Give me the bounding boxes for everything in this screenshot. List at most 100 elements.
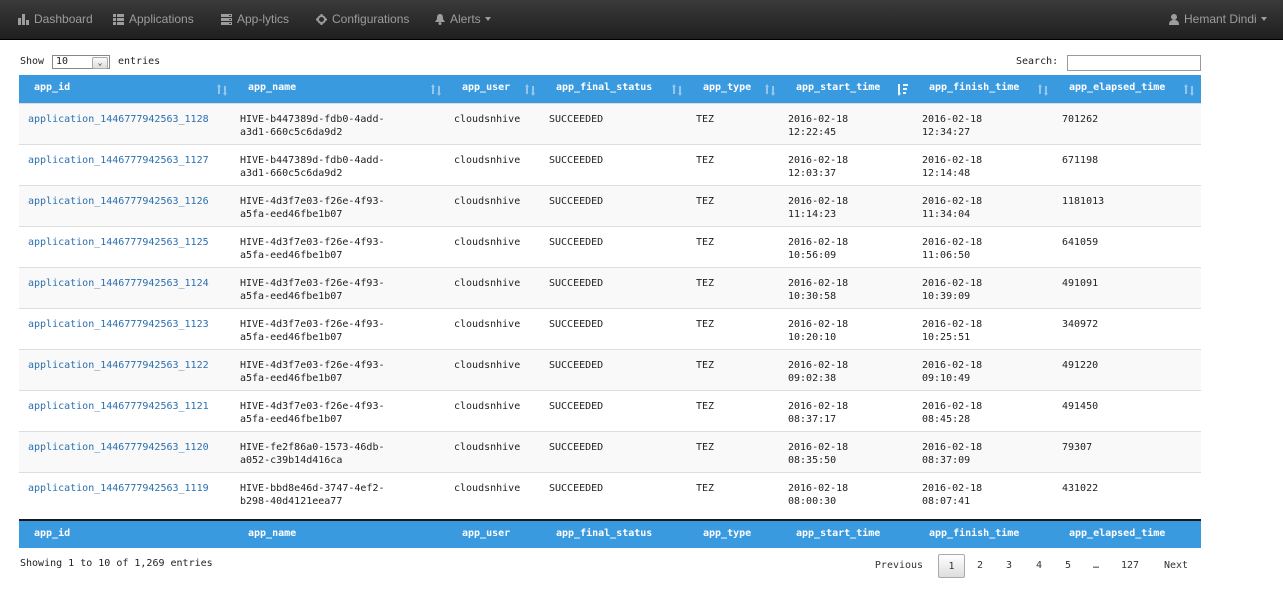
- server-icon: [221, 14, 232, 25]
- footer-header-app-final-status: app_final_status: [556, 528, 653, 539]
- pagination-page-4[interactable]: 4: [1027, 554, 1051, 578]
- table-row: application_1446777942563_1119 HIVE-bbd8e…: [19, 472, 1201, 513]
- pagination-previous[interactable]: Previous: [864, 554, 934, 578]
- chevron-down-icon: ⌄: [92, 57, 108, 69]
- table-controls: Show 10 ⌄ entries Search:: [20, 55, 1201, 75]
- app-finish-time-cell: 2016-02-18 08:37:09: [922, 442, 983, 466]
- pagination-page-5[interactable]: 5: [1056, 554, 1080, 578]
- column-header-app-final-status[interactable]: app_final_status: [556, 75, 652, 103]
- column-header-app-start-time[interactable]: app_start_time: [796, 75, 880, 103]
- app-start-time-cell: 2016-02-18 11:14:23: [788, 196, 849, 220]
- app-name-cell: HIVE-4d3f7e03-f26e-4f93- a5fa-eed46fbe1b…: [240, 237, 385, 261]
- app-id-link[interactable]: application_1446777942563_1119: [28, 482, 209, 495]
- column-header-app-name[interactable]: app_name: [248, 75, 296, 103]
- table-row: application_1446777942563_1121 HIVE-4d3f7…: [19, 390, 1201, 431]
- sort-both-icon: [1184, 84, 1194, 96]
- table-row: application_1446777942563_1122 HIVE-4d3f7…: [19, 349, 1201, 390]
- pagination-page-3[interactable]: 3: [997, 554, 1021, 578]
- app-finish-time-cell: 2016-02-18 08:07:41: [922, 483, 983, 507]
- caret-down-icon: [484, 17, 491, 21]
- sort-both-icon: [672, 84, 682, 96]
- app-elapsed-time-cell: 340972: [1062, 319, 1099, 330]
- app-finish-time-cell: 2016-02-18 11:06:50: [922, 237, 983, 261]
- app-finish-time-cell: 2016-02-18 11:34:04: [922, 196, 983, 220]
- app-start-time-cell: 2016-02-18 12:22:45: [788, 114, 849, 138]
- nav-alerts-dropdown[interactable]: Alerts: [435, 0, 491, 38]
- sort-both-icon: [1038, 84, 1048, 96]
- app-final-status-cell: SUCCEEDED: [549, 196, 604, 207]
- app-id-link[interactable]: application_1446777942563_1122: [28, 359, 209, 372]
- footer-header-app-finish-time: app_finish_time: [929, 528, 1020, 539]
- table-row: application_1446777942563_1124 HIVE-4d3f7…: [19, 267, 1201, 308]
- app-start-time-cell: 2016-02-18 10:30:58: [788, 278, 849, 302]
- entries-label: entries: [118, 56, 161, 67]
- nav-dashboard[interactable]: Dashboard: [18, 0, 93, 38]
- nav-applytics-label: App-lytics: [237, 12, 290, 26]
- table-header: app_id app_name app_user app_final_statu…: [19, 75, 1201, 103]
- pagination-page-1[interactable]: 1: [938, 554, 965, 578]
- app-user-cell: cloudsnhive: [454, 155, 521, 166]
- app-type-cell: TEZ: [696, 278, 715, 289]
- app-id-link[interactable]: application_1446777942563_1127: [28, 154, 209, 167]
- nav-dashboard-label: Dashboard: [34, 12, 93, 26]
- app-final-status-cell: SUCCEEDED: [549, 483, 604, 494]
- top-navbar: Dashboard Applications App-lytics Config…: [0, 0, 1283, 40]
- app-start-time-cell: 2016-02-18 10:20:10: [788, 319, 849, 343]
- footer-header-app-id: app_id: [34, 528, 71, 539]
- footer-header-app-elapsed-time: app_elapsed_time: [1069, 528, 1166, 539]
- app-type-cell: TEZ: [696, 319, 715, 330]
- app-id-link[interactable]: application_1446777942563_1120: [28, 441, 209, 454]
- app-type-cell: TEZ: [696, 155, 715, 166]
- column-header-app-finish-time[interactable]: app_finish_time: [929, 75, 1019, 103]
- app-elapsed-time-cell: 491450: [1062, 401, 1099, 412]
- app-id-link[interactable]: application_1446777942563_1125: [28, 236, 209, 249]
- table-row: application_1446777942563_1127 HIVE-b4473…: [19, 144, 1201, 185]
- app-start-time-cell: 2016-02-18 10:56:09: [788, 237, 849, 261]
- app-elapsed-time-cell: 491091: [1062, 278, 1099, 289]
- sort-desc-icon: [898, 84, 908, 96]
- search-label: Search:: [1016, 56, 1059, 67]
- pagination-next[interactable]: Next: [1153, 554, 1199, 578]
- app-type-cell: TEZ: [696, 114, 715, 125]
- app-start-time-cell: 2016-02-18 12:03:37: [788, 155, 849, 179]
- app-name-cell: HIVE-4d3f7e03-f26e-4f93- a5fa-eed46fbe1b…: [240, 401, 385, 425]
- sort-both-icon: [525, 84, 535, 96]
- column-header-app-elapsed-time[interactable]: app_elapsed_time: [1069, 75, 1165, 103]
- table-body: application_1446777942563_1128 HIVE-b4473…: [19, 103, 1201, 513]
- page-length-select[interactable]: 10 ⌄: [52, 55, 110, 69]
- app-type-cell: TEZ: [696, 360, 715, 371]
- pagination-page-127[interactable]: 127: [1113, 554, 1147, 578]
- app-elapsed-time-cell: 431022: [1062, 483, 1099, 494]
- app-id-link[interactable]: application_1446777942563_1121: [28, 400, 209, 413]
- search-input[interactable]: [1067, 55, 1201, 71]
- user-name: Hemant Dindi: [1184, 12, 1257, 26]
- column-header-app-type[interactable]: app_type: [703, 75, 751, 103]
- app-start-time-cell: 2016-02-18 08:35:50: [788, 442, 849, 466]
- app-id-link[interactable]: application_1446777942563_1123: [28, 318, 209, 331]
- app-finish-time-cell: 2016-02-18 10:25:51: [922, 319, 983, 343]
- app-id-link[interactable]: application_1446777942563_1128: [28, 113, 209, 126]
- app-type-cell: TEZ: [696, 196, 715, 207]
- app-id-link[interactable]: application_1446777942563_1124: [28, 277, 209, 290]
- pagination-page-2[interactable]: 2: [968, 554, 992, 578]
- list-icon: [113, 14, 124, 25]
- nav-applytics[interactable]: App-lytics: [221, 0, 289, 38]
- nav-configurations[interactable]: Configurations: [316, 0, 409, 38]
- nav-applications[interactable]: Applications: [113, 0, 194, 38]
- app-user-cell: cloudsnhive: [454, 401, 521, 412]
- page-length-value: 10: [56, 56, 69, 67]
- table-info: Showing 1 to 10 of 1,269 entries: [20, 558, 213, 569]
- app-finish-time-cell: 2016-02-18 12:34:27: [922, 114, 983, 138]
- app-start-time-cell: 2016-02-18 09:02:38: [788, 360, 849, 384]
- app-finish-time-cell: 2016-02-18 10:39:09: [922, 278, 983, 302]
- gear-icon: [316, 14, 327, 25]
- column-header-app-user[interactable]: app_user: [462, 75, 510, 103]
- app-name-cell: HIVE-fe2f86a0-1573-46db- a052-c39b14d416…: [240, 442, 385, 466]
- app-user-cell: cloudsnhive: [454, 319, 521, 330]
- app-id-link[interactable]: application_1446777942563_1126: [28, 195, 209, 208]
- app-finish-time-cell: 2016-02-18 12:14:48: [922, 155, 983, 179]
- app-name-cell: HIVE-4d3f7e03-f26e-4f93- a5fa-eed46fbe1b…: [240, 278, 385, 302]
- user-menu-dropdown[interactable]: Hemant Dindi: [1169, 0, 1267, 38]
- app-final-status-cell: SUCCEEDED: [549, 155, 604, 166]
- column-header-app-id[interactable]: app_id: [34, 75, 70, 103]
